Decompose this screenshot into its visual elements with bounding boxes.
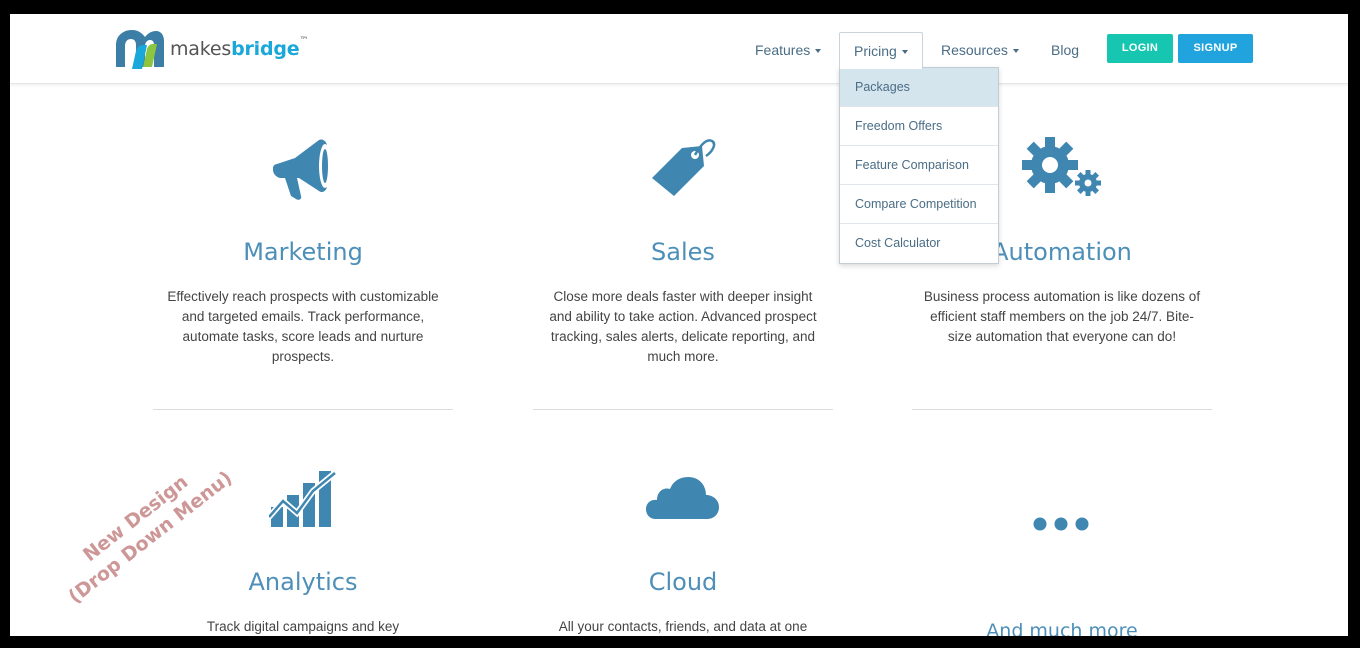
dropdown-item-cost-calculator[interactable]: Cost Calculator <box>840 224 998 263</box>
price-tag-icon <box>533 134 833 204</box>
caret-down-icon <box>901 50 908 55</box>
card-divider <box>912 409 1212 410</box>
feature-text-cloud: All your contacts, friends, and data at … <box>558 619 808 634</box>
browser-viewport: makesbridge™ Features Pricing Resources … <box>10 14 1348 636</box>
feature-text-marketing: Effectively reach prospects with customi… <box>167 289 439 364</box>
feature-title-marketing: Marketing <box>243 238 363 266</box>
dropdown-item-packages[interactable]: Packages <box>840 68 998 107</box>
nav-features[interactable]: Features <box>741 32 835 68</box>
makesbridge-logo-icon <box>116 30 164 69</box>
cloud-icon <box>533 464 833 534</box>
site-header: makesbridge™ Features Pricing Resources … <box>10 14 1348 84</box>
brand-logo[interactable]: makesbridge™ <box>112 27 308 71</box>
nav-resources-label: Resources <box>941 42 1008 58</box>
caret-down-icon <box>815 49 822 54</box>
nav-resources[interactable]: Resources <box>927 32 1033 68</box>
card-divider <box>153 409 453 410</box>
feature-title-analytics: Analytics <box>248 568 358 596</box>
megaphone-icon <box>153 134 453 204</box>
feature-title-cloud: Cloud <box>648 568 718 596</box>
nav-pricing[interactable]: Pricing <box>839 32 923 69</box>
login-button[interactable]: LOGIN <box>1107 34 1173 63</box>
nav-blog[interactable]: Blog <box>1037 32 1093 68</box>
dropdown-item-feature-comparison[interactable]: Feature Comparison <box>840 146 998 185</box>
nav-pricing-label: Pricing <box>854 43 897 59</box>
caret-down-icon <box>1012 49 1019 54</box>
dropdown-item-compare-competition[interactable]: Compare Competition <box>840 185 998 224</box>
feature-text-analytics: Track digital campaigns and key <box>206 619 400 634</box>
feature-text-automation: Business process automation is like doze… <box>923 289 1201 344</box>
card-divider <box>533 409 833 410</box>
nav-features-label: Features <box>755 42 811 58</box>
feature-title-more: And much more <box>986 620 1138 636</box>
feature-text-sales: Close more deals faster with deeper insi… <box>549 289 817 364</box>
feature-title-sales: Sales <box>651 238 715 266</box>
signup-button[interactable]: SIGNUP <box>1178 34 1253 63</box>
ellipsis-icon <box>912 514 1212 534</box>
brand-wordmark: makesbridge™ <box>170 36 309 60</box>
pricing-dropdown-menu: Packages Freedom Offers Feature Comparis… <box>839 67 999 264</box>
dropdown-item-freedom-offers[interactable]: Freedom Offers <box>840 107 998 146</box>
